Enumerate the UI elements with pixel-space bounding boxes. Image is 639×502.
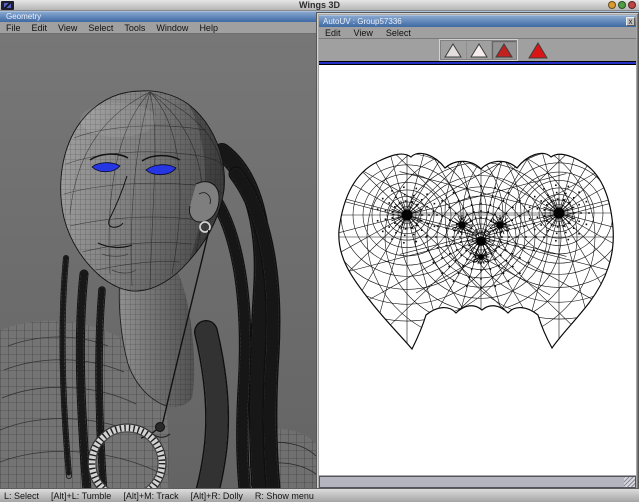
triangle-button-group [438, 39, 518, 61]
menu-view[interactable]: View [58, 23, 77, 33]
autouv-close-button[interactable]: x [626, 17, 635, 26]
status-bar: L: Select [Alt]+L: Tumble [Alt]+M: Track… [0, 488, 639, 502]
close-button[interactable] [628, 1, 636, 9]
status-dolly: [Alt]+R: Dolly [190, 490, 243, 501]
autouv-canvas[interactable] [319, 65, 636, 475]
status-show-menu: R: Show menu [254, 490, 314, 501]
resize-grip[interactable] [624, 477, 635, 487]
triangle-red-button[interactable] [490, 41, 516, 59]
app-icon [1, 1, 14, 10]
autouv-statusstrip [319, 476, 636, 488]
menu-window[interactable]: Window [156, 23, 188, 33]
autouv-menu-view[interactable]: View [354, 28, 373, 38]
menu-edit[interactable]: Edit [32, 23, 48, 33]
minimize-button[interactable] [608, 1, 616, 9]
menu-select[interactable]: Select [88, 23, 113, 33]
os-titlebar[interactable]: Wings 3D [0, 0, 639, 11]
autouv-toolbar [319, 39, 636, 61]
wings3d-window: Wings 3D Geometry File Edit View Select … [0, 0, 639, 502]
window-title: Wings 3D [299, 0, 340, 10]
triangle-red-standalone-icon [527, 41, 548, 58]
triangle-light-button[interactable] [441, 41, 466, 59]
status-track: [Alt]+M: Track [123, 490, 179, 501]
triangle-white-button[interactable] [465, 41, 491, 59]
autouv-menu-select[interactable]: Select [386, 28, 411, 38]
menu-help[interactable]: Help [199, 23, 218, 33]
status-left-click: L: Select [4, 490, 40, 501]
triangle-light-icon [444, 42, 462, 57]
autouv-titlebar[interactable]: AutoUV : Group57336 x [319, 15, 636, 27]
cord-knot [155, 422, 165, 432]
uv-wireframe-map [338, 152, 614, 351]
maximize-button[interactable] [618, 1, 626, 9]
autouv-menu-edit[interactable]: Edit [325, 28, 341, 38]
autouv-window: AutoUV : Group57336 x Edit View Select [316, 12, 639, 491]
triangle-red-standalone-button[interactable] [525, 41, 551, 60]
autouv-title: AutoUV : Group57336 [323, 17, 402, 26]
geometry-window-label: Geometry [6, 12, 42, 21]
autouv-menubar: Edit View Select [319, 27, 636, 39]
menu-file[interactable]: File [6, 23, 21, 33]
window-buttons [608, 1, 636, 9]
menu-tools[interactable]: Tools [124, 23, 145, 33]
triangle-red-icon [494, 42, 513, 57]
triangle-white-icon [469, 42, 488, 57]
status-tumble: [Alt]+L: Tumble [51, 490, 112, 501]
head-wireframe-model [0, 34, 317, 502]
